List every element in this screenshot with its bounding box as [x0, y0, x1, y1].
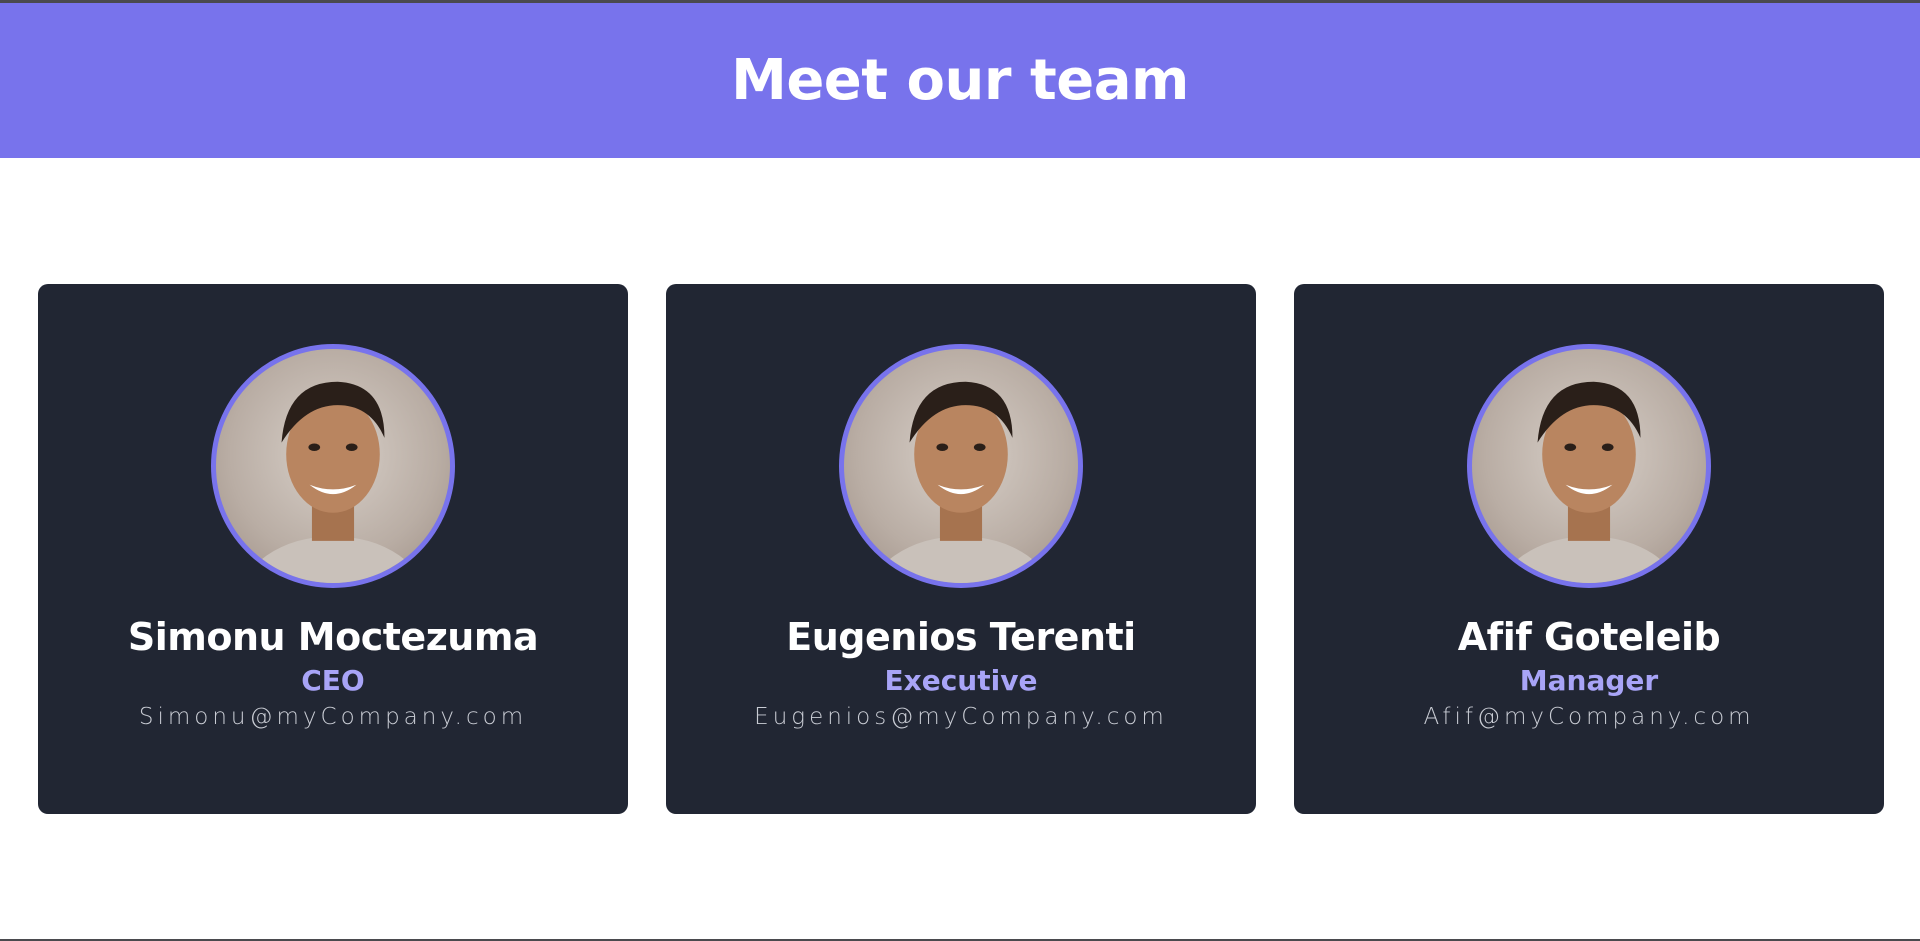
- portrait-photo-icon: [871, 381, 1051, 583]
- team-member-card: Afif Goteleib Manager Afif@myCompany.com: [1294, 284, 1884, 814]
- member-email: Simonu@myCompany.com: [138, 704, 528, 730]
- team-card-list: Simonu Moctezuma CEO Simonu@myCompany.co…: [38, 284, 1884, 814]
- member-name: Afif Goteleib: [1457, 615, 1721, 659]
- portrait-photo-icon: [243, 381, 423, 583]
- member-role: CEO: [301, 664, 365, 697]
- team-member-card: Simonu Moctezuma CEO Simonu@myCompany.co…: [38, 284, 628, 814]
- page-header: Meet our team: [0, 3, 1920, 158]
- member-avatar: [839, 344, 1083, 588]
- member-avatar: [1467, 344, 1711, 588]
- team-section: Simonu Moctezuma CEO Simonu@myCompany.co…: [0, 158, 1920, 941]
- member-avatar: [211, 344, 455, 588]
- team-member-card: Eugenios Terenti Executive Eugenios@myCo…: [666, 284, 1256, 814]
- member-role: Manager: [1519, 664, 1659, 697]
- member-role: Executive: [884, 664, 1038, 697]
- member-email: Afif@myCompany.com: [1423, 704, 1755, 730]
- member-email: Eugenios@myCompany.com: [754, 704, 1168, 730]
- portrait-photo-icon: [1499, 381, 1679, 583]
- member-name: Simonu Moctezuma: [127, 615, 539, 659]
- member-name: Eugenios Terenti: [786, 615, 1136, 659]
- page-title: Meet our team: [731, 48, 1189, 113]
